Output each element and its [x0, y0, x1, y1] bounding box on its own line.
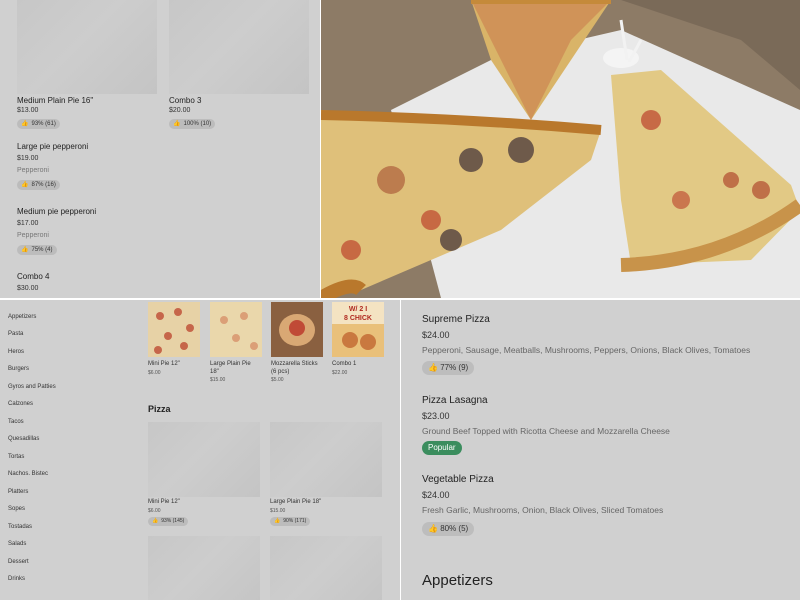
thumbs-up-icon: 👍 [428, 524, 441, 533]
item-price: $17.00 [17, 220, 39, 227]
pizza-photo [321, 0, 800, 298]
item-description: Ground Beef Topped with Ricotta Cheese a… [422, 426, 670, 436]
thumbs-up-icon: 👍 [21, 182, 29, 188]
rating-text: 90% (171) [283, 518, 307, 524]
featured-image-mozzarella[interactable] [271, 302, 323, 357]
sidebar-item-appetizers[interactable]: Appetizers [8, 314, 36, 320]
sidebar-item-drinks[interactable]: Drinks [8, 576, 25, 582]
item-image[interactable] [169, 0, 309, 94]
item-price: $20.00 [169, 107, 191, 114]
featured-image-mini-pie[interactable] [148, 302, 200, 357]
item-title[interactable]: Supreme Pizza [422, 314, 490, 325]
item-title[interactable]: Large Plain Pie 18" [270, 498, 321, 506]
rating-text: 100% (10) [183, 121, 212, 127]
featured-title[interactable]: Large Plain Pie 18" [210, 360, 260, 376]
sidebar-item-burgers[interactable]: Burgers [8, 366, 29, 372]
item-title[interactable]: Mini Pie 12" [148, 498, 180, 506]
rating-text: 87% (16) [31, 182, 56, 188]
item-price: $15.00 [270, 508, 286, 514]
item-price: $24.00 [422, 490, 450, 500]
rating-badge: 👍 87% (16) [17, 180, 60, 190]
sidebar-item-dessert[interactable]: Dessert [8, 559, 29, 565]
sidebar-item-calzones[interactable]: Calzones [8, 401, 33, 407]
item-title[interactable]: Vegetable Pizza [422, 474, 494, 485]
item-title[interactable]: Pizza Lasagna [422, 395, 488, 406]
item-price: $24.00 [422, 330, 450, 340]
featured-price: $6.00 [148, 370, 161, 376]
item-description: Pepperoni [17, 232, 49, 239]
item-price: $19.00 [17, 155, 39, 162]
featured-image-large-plain[interactable] [210, 302, 262, 357]
divider [320, 0, 321, 298]
sidebar-item-platters[interactable]: Platters [8, 489, 28, 495]
featured-price: $15.00 [210, 377, 226, 383]
item-price: $23.00 [422, 411, 450, 421]
rating-text: 93% (61) [31, 121, 56, 127]
pizza-slices-image [321, 0, 800, 298]
svg-text:W/ 2 I: W/ 2 I [349, 306, 367, 313]
rating-badge: 👍 80% (5) [422, 522, 475, 536]
item-title[interactable]: Medium Plain Pie 16" [17, 96, 93, 105]
rating-text: 80% (5) [440, 524, 469, 533]
thumbs-up-icon: 👍 [173, 121, 181, 127]
featured-price: $5.00 [271, 377, 284, 383]
sidebar-item-gyros[interactable]: Gyros and Patties [8, 384, 56, 390]
menu-panel-top-left: Medium Plain Pie 16" $13.00 👍 93% (61) Co… [0, 0, 320, 298]
sidebar-item-tacos[interactable]: Tacos [8, 419, 24, 425]
item-image[interactable] [270, 536, 382, 600]
svg-text:8 CHICK: 8 CHICK [344, 315, 372, 322]
item-image[interactable] [270, 422, 382, 497]
rating-badge: 👍 100% (10) [169, 119, 216, 129]
item-image[interactable] [17, 0, 157, 94]
item-description: Fresh Garlic, Mushrooms, Onion, Black Ol… [422, 505, 664, 515]
divider [400, 300, 401, 600]
menu-panel-bottom-left: Appetizers Pasta Heros Burgers Gyros and… [0, 300, 400, 600]
featured-title[interactable]: Mini Pie 12" [148, 360, 180, 368]
item-image[interactable] [148, 536, 260, 600]
thumbs-up-icon: 👍 [152, 518, 159, 524]
thumbs-up-icon: 👍 [274, 518, 281, 524]
item-description: Pepperoni, Sausage, Meatballs, Mushrooms… [422, 345, 751, 355]
item-title[interactable]: Large pie pepperoni [17, 142, 88, 151]
rating-badge: 👍 93% (145) [148, 517, 189, 526]
rating-badge: 👍 77% (9) [422, 361, 475, 375]
sidebar-item-pasta[interactable]: Pasta [8, 331, 23, 337]
rating-badge: 👍 93% (61) [17, 119, 60, 129]
menu-panel-bottom-right: Supreme Pizza $24.00 Pepperoni, Sausage,… [401, 300, 800, 600]
rating-text: 75% (4) [31, 247, 53, 253]
rating-badge: 👍 75% (4) [17, 245, 57, 255]
rating-badge: 👍 90% (171) [270, 517, 311, 526]
featured-title[interactable]: Mozzarella Sticks (6 pcs) [271, 360, 323, 376]
thumbs-up-icon: 👍 [21, 247, 29, 253]
item-title[interactable]: Medium pie pepperoni [17, 207, 96, 216]
featured-image-combo[interactable]: W/ 2 I 8 CHICK [332, 302, 384, 357]
item-image[interactable] [148, 422, 260, 497]
sidebar-item-tortas[interactable]: Tortas [8, 454, 24, 460]
thumbs-up-icon: 👍 [428, 363, 441, 372]
popular-badge: Popular [422, 441, 462, 455]
item-price: $13.00 [17, 107, 39, 114]
sidebar-item-quesadillas[interactable]: Quesadillas [8, 436, 39, 442]
featured-price: $22.00 [332, 370, 348, 376]
item-title[interactable]: Combo 3 [169, 96, 201, 105]
sidebar-item-tostadas[interactable]: Tostadas [8, 524, 32, 530]
rating-text: 77% (9) [440, 363, 469, 372]
sidebar-item-sopes[interactable]: Sopes [8, 506, 25, 512]
sidebar-item-salads[interactable]: Salads [8, 541, 26, 547]
sidebar-item-nachos[interactable]: Nachos. Bistec [8, 471, 48, 477]
rating-text: 93% (145) [161, 518, 185, 524]
section-heading-pizza: Pizza [148, 404, 171, 414]
item-price: $30.00 [17, 285, 39, 292]
item-price: $6.00 [148, 508, 161, 514]
item-description: Pepperoni [17, 167, 49, 174]
item-title[interactable]: Combo 4 [17, 272, 49, 281]
section-heading-appetizers: Appetizers [422, 572, 493, 589]
thumbs-up-icon: 👍 [21, 121, 29, 127]
sidebar-item-heros[interactable]: Heros [8, 349, 24, 355]
featured-title[interactable]: Combo 1 [332, 360, 356, 368]
